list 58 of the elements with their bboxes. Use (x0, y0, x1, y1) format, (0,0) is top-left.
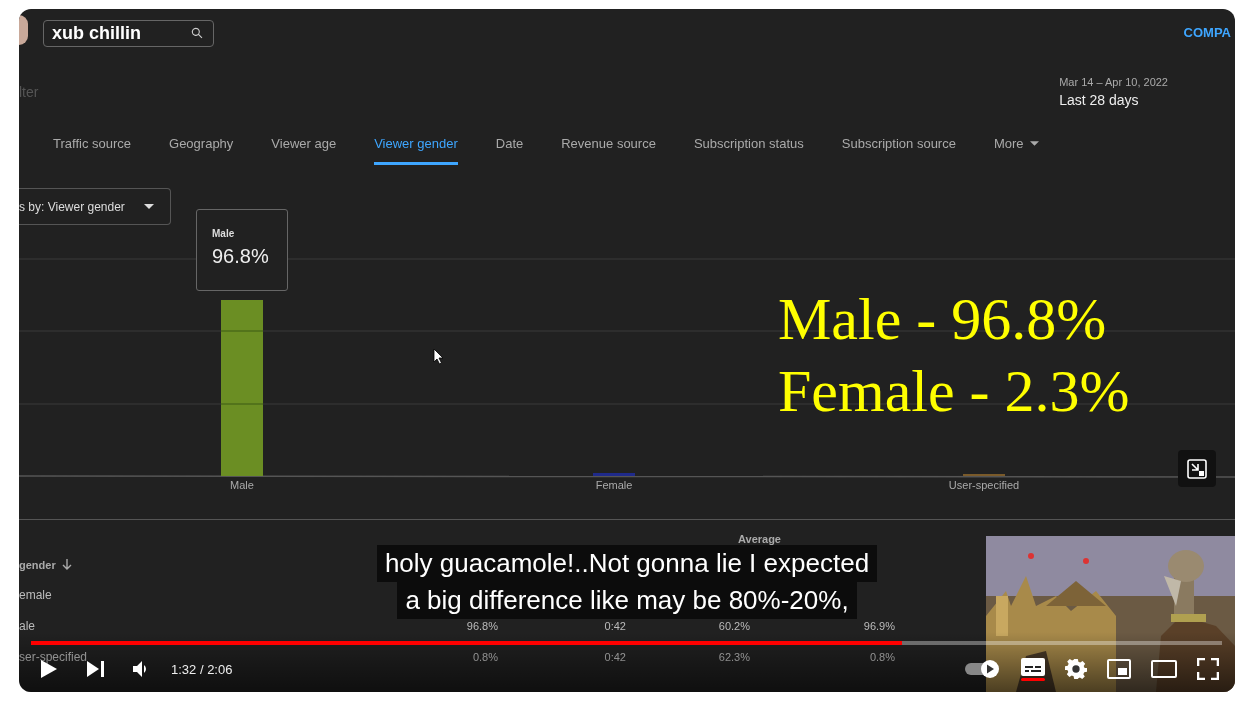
tab[interactable]: Viewer age (271, 125, 337, 165)
volume-button[interactable] (133, 661, 147, 677)
column-header[interactable]: Average (738, 533, 781, 545)
table-cell: emale (19, 587, 52, 602)
theater-mode-button[interactable] (1151, 660, 1177, 678)
axis-label: User-specified (948, 479, 1020, 491)
cursor-icon (433, 348, 444, 365)
table-cell: 96.8% (466, 619, 498, 632)
tab[interactable]: More (993, 125, 1039, 165)
table-cell: 0.8% (472, 650, 498, 663)
table-cell: 0:42 (604, 650, 626, 663)
fullscreen-button[interactable] (1197, 658, 1219, 680)
overlay-caption: Female - 2.3% (778, 357, 1130, 426)
tab[interactable]: Date (495, 125, 524, 165)
wide-rectangle-icon (1151, 660, 1177, 678)
tab[interactable]: Subscription source (841, 125, 956, 165)
time-display: 1:32 / 2:06 (171, 661, 233, 677)
search-icon (190, 26, 204, 40)
axis-label: Male (230, 479, 254, 491)
column-header[interactable]: gender (19, 558, 56, 571)
tab[interactable]: Subscription status (693, 125, 804, 165)
table-cell: ser-specified (19, 649, 88, 664)
overlay-caption: Male - 96.8% (778, 285, 1108, 354)
avatar[interactable] (19, 15, 28, 45)
tooltip-label: Male (212, 228, 236, 239)
tab[interactable]: Viewer gender (374, 125, 458, 165)
axis-label: Female (595, 479, 633, 491)
settings-button[interactable] (1065, 658, 1087, 680)
caret-icon (1029, 141, 1039, 146)
table-cell: 0.8% (869, 650, 895, 663)
gear-icon (1065, 658, 1087, 680)
miniplayer-icon (1107, 659, 1131, 679)
compare-link[interactable]: COMPA (1183, 25, 1231, 40)
table-cell: ale (19, 618, 35, 633)
table-cell: 60.2% (718, 619, 750, 632)
tooltip-value: 96.8% (212, 245, 270, 268)
next-icon (87, 661, 104, 677)
exit-fullscreen-button[interactable] (1178, 450, 1216, 487)
tab[interactable]: Revenue source (561, 125, 656, 165)
speaker-icon (133, 661, 147, 677)
miniplayer-button[interactable] (1107, 659, 1131, 679)
autoplay-toggle[interactable] (965, 659, 1001, 679)
sort-arrow-icon (61, 559, 72, 570)
group-by-dropdown[interactable]: s by: Viewer gender (19, 188, 171, 225)
caret-icon (144, 204, 154, 209)
next-button[interactable] (87, 661, 104, 677)
captions-button[interactable] (1021, 657, 1045, 681)
table-cell: 96.9% (863, 619, 895, 632)
toggle-icon (965, 659, 1001, 679)
table-cell: 0:42 (604, 619, 626, 632)
fullscreen-icon (1197, 658, 1219, 680)
search-field[interactable]: xub chillin (43, 20, 214, 47)
tab[interactable]: Traffic source (53, 125, 132, 165)
period-label[interactable]: Last 28 days (1059, 92, 1168, 108)
table-cell: 62.3% (718, 650, 750, 663)
collapse-icon (1186, 457, 1208, 480)
date-range: Mar 14 – Apr 10, 2022 (1059, 76, 1168, 88)
tab[interactable]: Geography (169, 125, 234, 165)
